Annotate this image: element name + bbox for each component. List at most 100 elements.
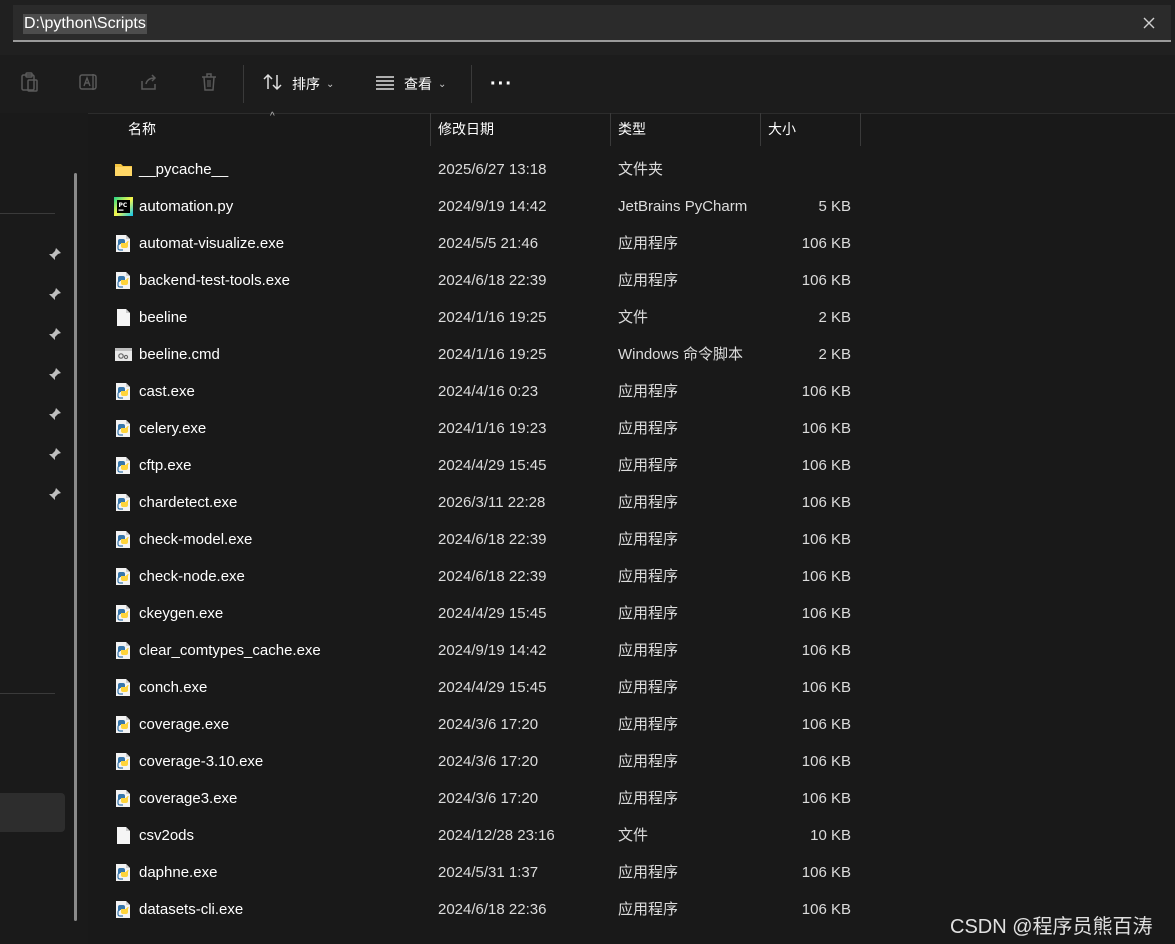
pin-icon[interactable]	[47, 246, 63, 262]
file-size: 2 KB	[818, 346, 851, 363]
file-date: 2024/6/18 22:39	[438, 531, 547, 548]
file-date: 2024/4/29 15:45	[438, 679, 547, 696]
file-name: cftp.exe	[139, 457, 192, 474]
file-size: 10 KB	[810, 827, 851, 844]
file-row[interactable]: check-model.exe 2024/6/18 22:39 应用程序 106 KB	[88, 521, 1175, 558]
file-name: coverage.exe	[139, 716, 230, 733]
column-type-header[interactable]: 类型	[618, 113, 646, 146]
file-row[interactable]: backend-test-tools.exe 2024/6/18 22:39 应用程…	[88, 262, 1175, 299]
python-exe-icon	[114, 567, 133, 586]
column-divider[interactable]	[860, 113, 861, 146]
file-row[interactable]: cftp.exe 2024/4/29 15:45 应用程序 106 KB	[88, 447, 1175, 484]
file-row[interactable]: celery.exe 2024/1/16 19:23 应用程序 106 KB	[88, 410, 1175, 447]
file-size	[751, 151, 851, 188]
file-type: 文件夹	[618, 161, 664, 178]
file-date: 2024/6/18 22:39	[438, 272, 547, 289]
file-name: beeline.cmd	[139, 346, 220, 363]
file-date: 2025/6/27 13:18	[438, 161, 547, 178]
close-icon[interactable]	[1137, 11, 1161, 35]
file-row[interactable]: coverage3.exe 2024/3/6 17:20 应用程序 106 KB	[88, 780, 1175, 817]
file-row[interactable]: cast.exe 2024/4/16 0:23 应用程序 106 KB	[88, 373, 1175, 410]
file-name: clear_comtypes_cache.exe	[139, 642, 321, 659]
view-button[interactable]: 查看 ⌄	[374, 69, 446, 99]
pin-icon[interactable]	[47, 286, 63, 302]
file-size: 106 KB	[801, 901, 851, 918]
file-type: 应用程序	[618, 864, 679, 881]
file-size: 106 KB	[801, 531, 851, 548]
cmd-script-icon	[114, 345, 133, 364]
share-button[interactable]	[138, 69, 160, 99]
pin-icon[interactable]	[47, 366, 63, 382]
pycharm-icon: PC	[114, 197, 133, 216]
sidebar-scrollbar[interactable]	[74, 173, 77, 921]
python-exe-icon	[114, 715, 133, 734]
rename-button[interactable]	[78, 69, 100, 99]
file-date: 2024/3/6 17:20	[438, 790, 539, 807]
address-path-input[interactable]: D:\python\Scripts	[23, 14, 147, 34]
file-row[interactable]: beeline.cmd 2024/1/16 19:25 Windows 命令脚本 2 …	[88, 336, 1175, 373]
file-date: 2024/3/6 17:20	[438, 716, 539, 733]
file-row[interactable]: coverage-3.10.exe 2024/3/6 17:20 应用程序 106 K…	[88, 743, 1175, 780]
file-name: cast.exe	[139, 383, 195, 400]
sidebar-item-selected[interactable]	[0, 793, 65, 832]
column-date-header[interactable]: 修改日期	[438, 113, 494, 146]
delete-button[interactable]	[198, 69, 220, 99]
chevron-down-icon: ⌄	[438, 78, 447, 90]
file-row[interactable]: daphne.exe 2024/5/31 1:37 应用程序 106 KB	[88, 854, 1175, 891]
file-date: 2024/1/16 19:25	[438, 309, 547, 326]
file-type: 应用程序	[618, 605, 679, 622]
file-size: 106 KB	[801, 568, 851, 585]
pin-icon[interactable]	[47, 406, 63, 422]
python-exe-icon	[114, 530, 133, 549]
file-type: 应用程序	[618, 531, 679, 548]
file-row[interactable]: csv2ods 2024/12/28 23:16 文件 10 KB	[88, 817, 1175, 854]
file-row[interactable]: PC automation.py 2024/9/19 14:42 JetBrains …	[88, 188, 1175, 225]
file-row[interactable]: automat-visualize.exe 2024/5/5 21:46 应用程序 1…	[88, 225, 1175, 262]
file-row[interactable]: ckeygen.exe 2024/4/29 15:45 应用程序 106 KB	[88, 595, 1175, 632]
column-name-header[interactable]: 名称	[128, 113, 156, 146]
python-exe-icon	[114, 900, 133, 919]
file-row[interactable]: conch.exe 2024/4/29 15:45 应用程序 106 KB	[88, 669, 1175, 706]
file-date: 2024/12/28 23:16	[438, 827, 555, 844]
file-date: 2024/6/18 22:36	[438, 901, 547, 918]
svg-text:PC: PC	[119, 202, 128, 209]
file-row[interactable]: check-node.exe 2024/6/18 22:39 应用程序 106 KB	[88, 558, 1175, 595]
file-date: 2024/3/6 17:20	[438, 753, 539, 770]
file-name: celery.exe	[139, 420, 207, 437]
file-row[interactable]: coverage.exe 2024/3/6 17:20 应用程序 106 KB	[88, 706, 1175, 743]
file-date: 2024/1/16 19:23	[438, 420, 547, 437]
more-options-button[interactable]: ···	[490, 69, 513, 99]
file-size: 106 KB	[801, 605, 851, 622]
file-size: 106 KB	[801, 679, 851, 696]
column-size-header[interactable]: 大小	[768, 113, 796, 146]
file-name: datasets-cli.exe	[139, 901, 244, 918]
file-date: 2024/9/19 14:42	[438, 642, 547, 659]
file-row[interactable]: clear_comtypes_cache.exe 2024/9/19 14:42 应…	[88, 632, 1175, 669]
navigation-pane	[0, 113, 88, 944]
address-bar-area: D:\python\Scripts	[0, 0, 1175, 55]
column-divider[interactable]	[760, 113, 761, 146]
view-list-icon	[374, 71, 396, 98]
file-date: 2024/9/19 14:42	[438, 198, 547, 215]
paste-button[interactable]	[18, 69, 40, 99]
column-divider[interactable]	[610, 113, 611, 146]
file-type: 应用程序	[618, 716, 679, 733]
column-divider[interactable]	[430, 113, 431, 146]
file-row[interactable]: __pycache__ 2025/6/27 13:18 文件夹	[88, 151, 1175, 188]
file-name: automat-visualize.exe	[139, 235, 285, 252]
file-date: 2024/1/16 19:25	[438, 346, 547, 363]
pin-icon[interactable]	[47, 326, 63, 342]
pin-icon[interactable]	[47, 446, 63, 462]
file-type: 文件	[618, 827, 649, 844]
sort-button[interactable]: 排序 ⌄	[262, 69, 334, 99]
file-size: 106 KB	[801, 272, 851, 289]
chevron-down-icon: ⌄	[326, 78, 335, 90]
file-name: check-node.exe	[139, 568, 245, 585]
file-type: 应用程序	[618, 790, 679, 807]
file-type: 应用程序	[618, 494, 679, 511]
pin-icon[interactable]	[47, 486, 63, 502]
file-row[interactable]: chardetect.exe 2026/3/11 22:28 应用程序 106 KB	[88, 484, 1175, 521]
file-row[interactable]: beeline 2024/1/16 19:25 文件 2 KB	[88, 299, 1175, 336]
address-bar[interactable]: D:\python\Scripts	[13, 5, 1171, 42]
file-date: 2024/5/5 21:46	[438, 235, 539, 252]
